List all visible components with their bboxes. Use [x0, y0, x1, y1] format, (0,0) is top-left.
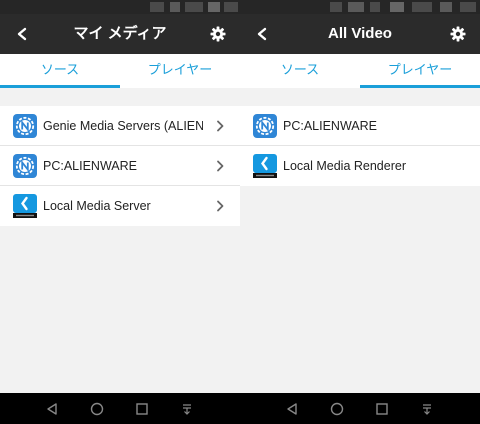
square-recents-icon — [136, 402, 148, 415]
nav-home-button[interactable] — [85, 393, 109, 424]
server-list: Genie Media Servers (ALIENW... PC:ALIENW… — [0, 106, 240, 226]
title-bar: マイ メディア — [0, 14, 240, 54]
netgear-genie-icon — [13, 153, 37, 178]
circle-home-icon — [330, 402, 344, 415]
tab-source[interactable]: ソース — [0, 54, 120, 88]
netgear-genie-icon — [253, 113, 277, 138]
status-bar — [0, 0, 240, 14]
list-item-label: Local Media Renderer — [283, 159, 406, 173]
tab-indicator — [360, 85, 480, 88]
nav-recents-button[interactable] — [130, 393, 154, 424]
tab-source-label: ソース — [280, 62, 320, 77]
back-arrow-icon — [17, 27, 27, 41]
chevron-right-icon — [216, 146, 224, 186]
nav-notification-button[interactable] — [415, 393, 439, 424]
right-screen: All Video ソース プレイヤー PC:ALIENWARE Local M… — [240, 0, 480, 393]
chevron-right-icon — [216, 186, 224, 226]
square-recents-icon — [376, 402, 388, 415]
tab-player-label: プレイヤー — [387, 62, 453, 77]
list-item-label: PC:ALIENWARE — [43, 158, 138, 173]
nav-recents-button[interactable] — [370, 393, 394, 424]
circle-home-icon — [90, 402, 104, 415]
nav-home-button[interactable] — [325, 393, 349, 424]
status-bar — [240, 0, 480, 14]
pull-down-icon — [183, 403, 191, 415]
source-player-tabs: ソース プレイヤー — [240, 54, 480, 88]
tab-source[interactable]: ソース — [240, 54, 360, 88]
list-item-label: PC:ALIENWARE — [283, 118, 378, 133]
player-list: PC:ALIENWARE Local Media Renderer — [240, 106, 480, 186]
gear-icon — [210, 26, 226, 42]
source-player-tabs: ソース プレイヤー — [0, 54, 240, 88]
back-button[interactable] — [8, 14, 36, 54]
tab-player[interactable]: プレイヤー — [360, 54, 480, 88]
chevron-right-icon — [216, 106, 224, 146]
triangle-back-icon — [47, 402, 57, 415]
navigation-bar — [0, 393, 480, 424]
pull-down-icon — [423, 403, 431, 415]
list-item[interactable]: Local Media Server — [0, 186, 240, 226]
triangle-back-icon — [287, 402, 297, 415]
nav-notification-button[interactable] — [175, 393, 199, 424]
settings-button[interactable] — [444, 14, 472, 54]
tab-indicator — [0, 85, 120, 88]
list-item-label: Local Media Server — [43, 199, 151, 213]
netgear-local-icon — [253, 154, 277, 178]
list-item[interactable]: Local Media Renderer — [240, 146, 480, 186]
tab-player[interactable]: プレイヤー — [120, 54, 240, 88]
nav-back-button[interactable] — [40, 393, 64, 424]
nav-back-button[interactable] — [280, 393, 304, 424]
back-arrow-icon — [257, 27, 267, 41]
page-title: マイ メディア — [73, 25, 167, 42]
tab-player-label: プレイヤー — [147, 62, 213, 77]
left-screen: マイ メディア ソース プレイヤー Genie Media Servers (A… — [0, 0, 240, 393]
settings-button[interactable] — [204, 14, 232, 54]
gear-icon — [450, 26, 466, 42]
list-item-label: Genie Media Servers (ALIENW... — [43, 118, 203, 133]
tab-source-label: ソース — [40, 62, 80, 77]
list-item[interactable]: PC:ALIENWARE — [240, 106, 480, 146]
page-title: All Video — [328, 25, 392, 42]
list-item[interactable]: Genie Media Servers (ALIENW... — [0, 106, 240, 146]
back-button[interactable] — [248, 14, 276, 54]
list-item[interactable]: PC:ALIENWARE — [0, 146, 240, 186]
title-bar: All Video — [240, 14, 480, 54]
netgear-genie-icon — [13, 113, 37, 138]
netgear-local-icon — [13, 194, 37, 218]
